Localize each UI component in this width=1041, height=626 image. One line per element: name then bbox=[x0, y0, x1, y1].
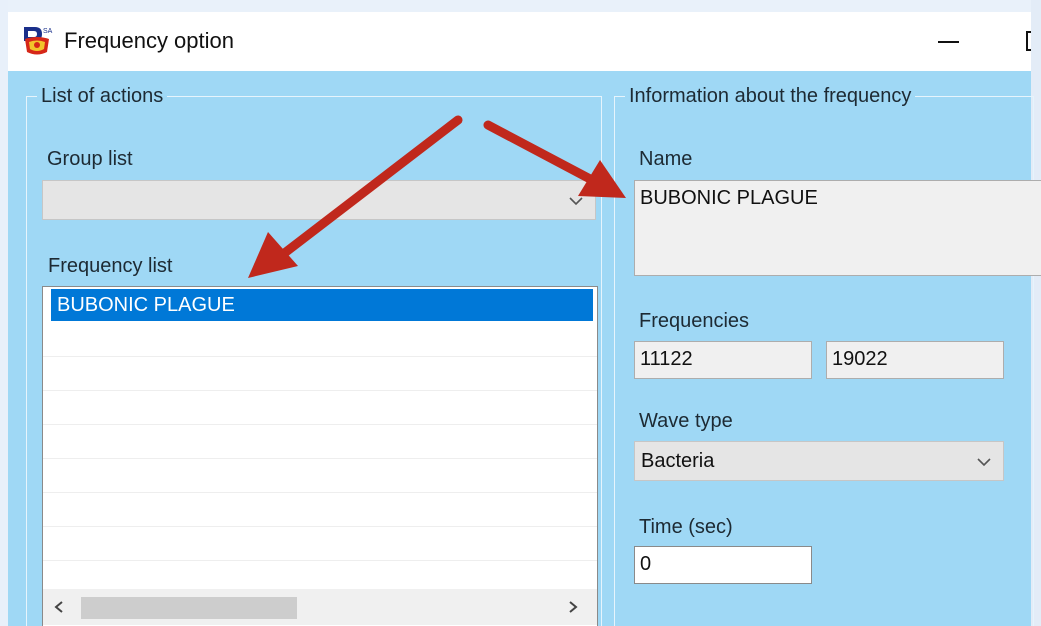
frequency-2-textbox[interactable]: 19022 bbox=[826, 341, 1004, 379]
maximize-icon bbox=[1026, 31, 1031, 51]
list-item-empty[interactable] bbox=[43, 527, 597, 561]
name-textbox[interactable]: BUBONIC PLAGUE bbox=[634, 180, 1041, 276]
list-item-label: BUBONIC PLAGUE bbox=[57, 294, 235, 316]
list-item-empty[interactable] bbox=[43, 357, 597, 391]
frequencies-label: Frequencies bbox=[639, 310, 750, 332]
name-label: Name bbox=[639, 148, 693, 170]
time-label: Time (sec) bbox=[639, 516, 733, 538]
wave-type-value: Bacteria bbox=[641, 450, 715, 472]
list-item-empty[interactable] bbox=[43, 391, 597, 425]
wave-type-label: Wave type bbox=[639, 410, 733, 432]
frequency-1-textbox[interactable]: 11122 bbox=[634, 341, 812, 379]
minimize-icon bbox=[938, 41, 959, 43]
list-item-empty[interactable] bbox=[43, 493, 597, 527]
name-value: BUBONIC PLAGUE bbox=[640, 187, 818, 209]
horizontal-scrollbar[interactable] bbox=[43, 589, 597, 625]
list-item-selected[interactable]: BUBONIC PLAGUE bbox=[51, 289, 593, 321]
window-title: Frequency option bbox=[64, 28, 234, 53]
group-list-combobox[interactable] bbox=[42, 180, 596, 220]
chevron-down-icon[interactable] bbox=[567, 192, 585, 210]
maximize-button[interactable] bbox=[1008, 12, 1031, 71]
time-textbox[interactable]: 0 bbox=[634, 546, 812, 584]
chevron-down-icon[interactable] bbox=[975, 453, 993, 471]
list-of-actions-legend: List of actions bbox=[37, 85, 168, 108]
group-list-label: Group list bbox=[47, 148, 133, 170]
frequency-listbox[interactable]: BUBONIC PLAGUE bbox=[42, 286, 598, 626]
title-bar[interactable]: SA Frequency option bbox=[8, 12, 1031, 71]
list-item-empty[interactable] bbox=[43, 323, 597, 357]
frequency-1-value: 11122 bbox=[640, 348, 693, 370]
scroll-right-icon[interactable] bbox=[565, 598, 581, 616]
app-logo-icon: SA bbox=[24, 27, 53, 55]
wave-type-combobox[interactable]: Bacteria bbox=[634, 441, 1004, 481]
desktop-background-left bbox=[0, 0, 8, 626]
frequency-2-value: 19022 bbox=[832, 348, 888, 370]
scrollbar-thumb[interactable] bbox=[81, 597, 297, 619]
list-item-empty[interactable] bbox=[43, 425, 597, 459]
desktop-background bbox=[0, 0, 1041, 12]
scroll-left-icon[interactable] bbox=[51, 598, 67, 616]
minimize-button[interactable] bbox=[918, 12, 978, 71]
frequency-list-label: Frequency list bbox=[48, 255, 173, 277]
list-item-empty[interactable] bbox=[43, 459, 597, 493]
time-value: 0 bbox=[640, 553, 652, 575]
frequency-info-legend: Information about the frequency bbox=[625, 85, 916, 108]
svg-text:SA: SA bbox=[43, 28, 53, 35]
